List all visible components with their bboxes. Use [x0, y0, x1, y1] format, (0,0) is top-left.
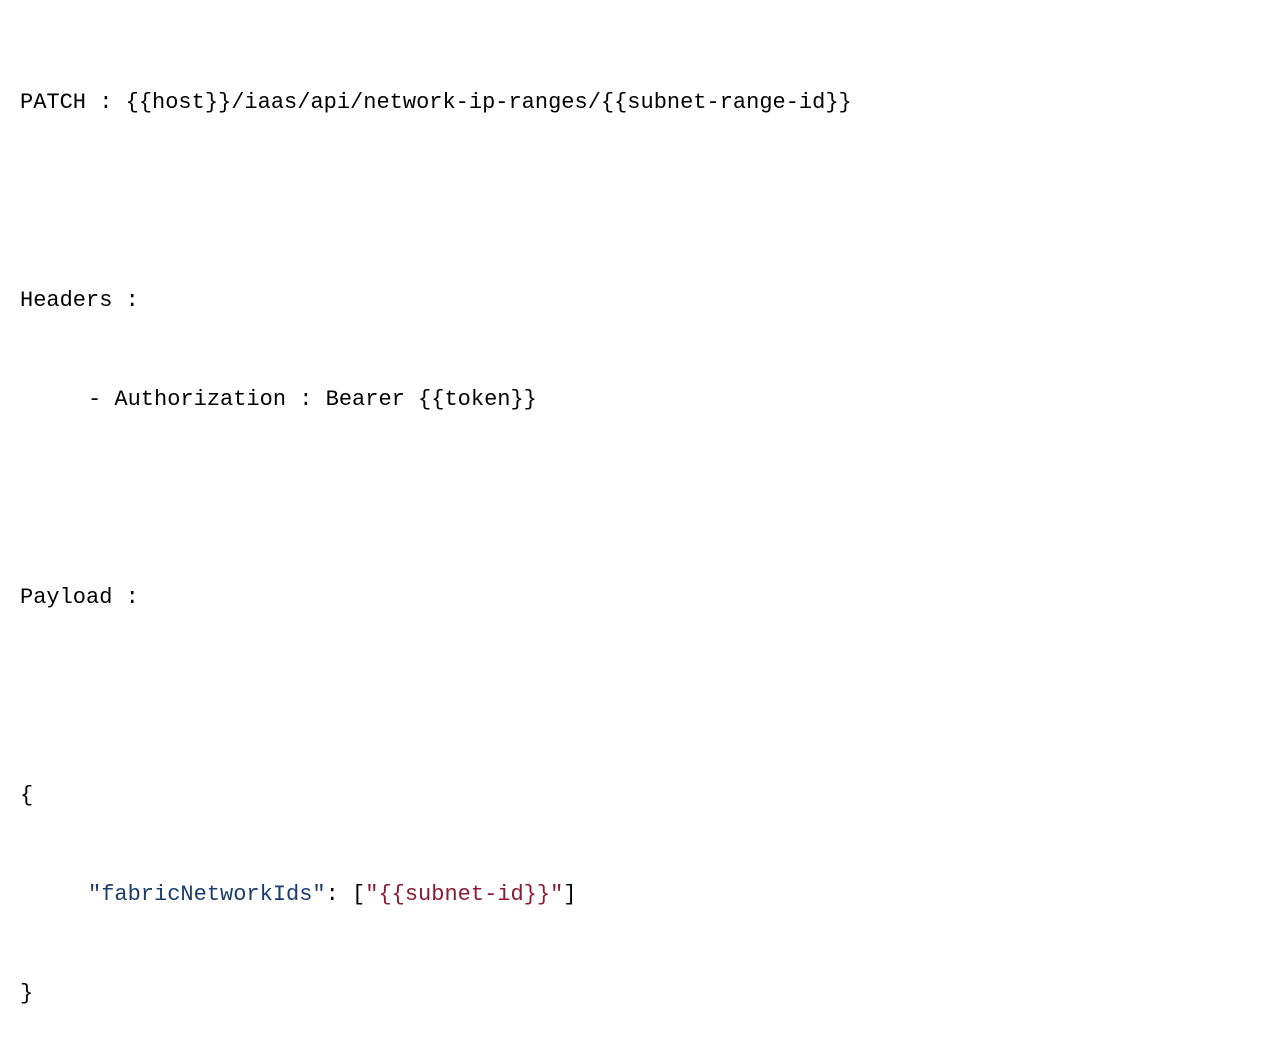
header-authorization: - Authorization : Bearer {{token}}: [20, 383, 1264, 416]
json-colon-open: : [: [326, 882, 366, 907]
blank-line: [20, 680, 1264, 713]
json-close-brace: }: [20, 977, 1264, 1010]
json-key-fabricnetworkids: "fabricNetworkIds": [88, 882, 326, 907]
blank-line: [20, 482, 1264, 515]
request-method-line: PATCH : {{host}}/iaas/api/network-ip-ran…: [20, 86, 1264, 119]
blank-line: [20, 185, 1264, 218]
json-close-array: ]: [563, 882, 576, 907]
headers-label: Headers :: [20, 284, 1264, 317]
api-request-snippet: PATCH : {{host}}/iaas/api/network-ip-ran…: [20, 20, 1264, 1043]
json-open-brace: {: [20, 779, 1264, 812]
json-value-subnet-id: "{{subnet-id}}": [365, 882, 563, 907]
payload-label: Payload :: [20, 581, 1264, 614]
json-body-line: "fabricNetworkIds": ["{{subnet-id}}"]: [20, 878, 1264, 911]
